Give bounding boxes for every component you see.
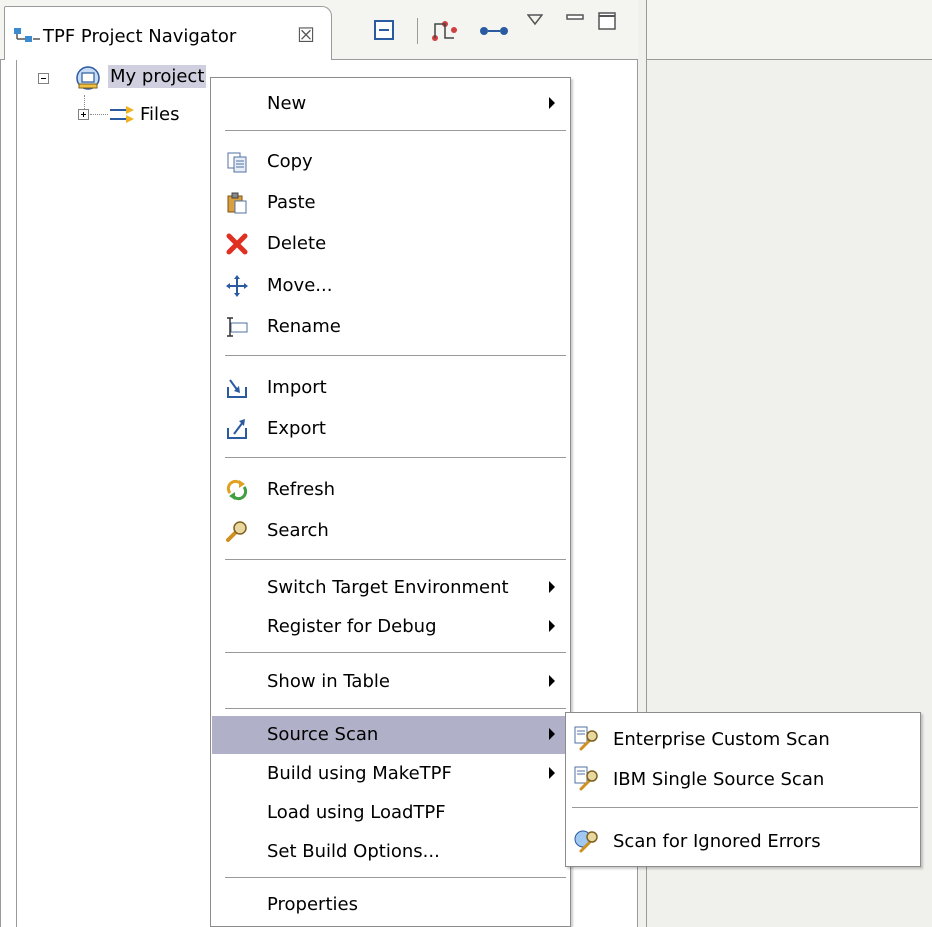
menu-item-import[interactable]: Import xyxy=(212,369,569,407)
scan-errors-icon xyxy=(574,830,598,853)
submenu-arrow-icon xyxy=(549,728,555,740)
menu-separator xyxy=(225,457,566,458)
menu-label: Build using MakeTPF xyxy=(267,763,452,784)
menu-item-search[interactable]: Search xyxy=(212,512,569,550)
menu-label: Export xyxy=(267,418,326,439)
menu-item-ibm-single-source-scan[interactable]: IBM Single Source Scan xyxy=(567,759,919,797)
menu-label: Scan for Ignored Errors xyxy=(613,831,821,852)
menu-item-register-for-debug[interactable]: Register for Debug xyxy=(212,608,569,646)
view-menu-icon[interactable] xyxy=(527,14,543,26)
project-icon xyxy=(76,66,100,90)
tree-item-my-project[interactable]: My project xyxy=(108,65,207,88)
menu-item-paste[interactable]: Paste xyxy=(212,184,569,222)
files-icon xyxy=(110,106,134,123)
menu-separator xyxy=(225,877,566,878)
menu-separator xyxy=(225,652,566,653)
view-tab-bar: TPF Project Navigator ☒ xyxy=(0,0,638,60)
menu-label: Search xyxy=(267,520,329,541)
menu-item-scan-for-ignored-errors[interactable]: Scan for Ignored Errors xyxy=(567,821,919,859)
filter-icon[interactable] xyxy=(430,18,458,44)
menu-separator xyxy=(572,807,918,808)
rename-icon xyxy=(227,317,248,337)
menu-label: Refresh xyxy=(267,479,335,500)
menu-item-switch-target-environment[interactable]: Switch Target Environment xyxy=(212,569,569,607)
menu-label: IBM Single Source Scan xyxy=(613,769,825,790)
menu-separator xyxy=(225,708,566,709)
menu-separator xyxy=(225,130,566,131)
menu-label: Set Build Options... xyxy=(267,841,440,862)
menu-label: Properties xyxy=(267,894,358,915)
maximize-icon[interactable] xyxy=(598,12,616,30)
menu-item-show-in-table[interactable]: Show in Table xyxy=(212,663,569,701)
menu-item-set-build-options[interactable]: Set Build Options... xyxy=(212,833,569,871)
menu-label: Show in Table xyxy=(267,671,390,692)
submenu-arrow-icon xyxy=(549,620,555,632)
menu-item-source-scan[interactable]: Source Scan xyxy=(212,716,569,754)
paste-icon xyxy=(227,192,247,214)
move-icon xyxy=(226,275,248,297)
menu-separator xyxy=(225,355,566,356)
project-label: My project xyxy=(108,65,207,88)
menu-label: Delete xyxy=(267,233,327,254)
collapse-all-icon[interactable] xyxy=(374,20,394,40)
menu-label: Source Scan xyxy=(267,724,379,745)
menu-item-move[interactable]: Move... xyxy=(212,267,569,305)
menu-label: Paste xyxy=(267,192,316,213)
menu-item-rename[interactable]: Rename xyxy=(212,308,569,346)
link-with-editor-icon[interactable] xyxy=(478,24,510,38)
navigator-icon xyxy=(14,28,40,42)
menu-label: Register for Debug xyxy=(267,616,437,637)
close-icon[interactable]: ☒ xyxy=(297,23,315,47)
scan-document-icon xyxy=(574,766,598,791)
import-icon xyxy=(227,379,247,398)
menu-item-build-using-maketpf[interactable]: Build using MakeTPF xyxy=(212,755,569,793)
menu-item-delete[interactable]: Delete xyxy=(212,225,569,263)
menu-label: Copy xyxy=(267,151,313,172)
collapse-toggle[interactable] xyxy=(38,73,49,84)
menu-item-export[interactable]: Export xyxy=(212,410,569,448)
menu-item-copy[interactable]: Copy xyxy=(212,143,569,181)
menu-label: Move... xyxy=(267,275,333,296)
scan-document-icon xyxy=(574,726,598,751)
delete-icon xyxy=(226,233,248,255)
minimize-icon[interactable] xyxy=(566,12,584,22)
menu-label: Load using LoadTPF xyxy=(267,802,446,823)
tab-tpf-project-navigator[interactable]: TPF Project Navigator ☒ xyxy=(4,6,332,60)
menu-item-properties[interactable]: Properties xyxy=(212,886,569,924)
menu-item-refresh[interactable]: Refresh xyxy=(212,471,569,509)
submenu-arrow-icon xyxy=(549,97,555,109)
menu-item-enterprise-custom-scan[interactable]: Enterprise Custom Scan xyxy=(567,719,919,757)
expand-toggle[interactable] xyxy=(78,109,89,120)
menu-label: Enterprise Custom Scan xyxy=(613,729,830,750)
toolbar-separator xyxy=(417,18,418,44)
menu-separator xyxy=(225,559,566,560)
menu-label: Switch Target Environment xyxy=(267,577,509,598)
source-scan-submenu: Enterprise Custom Scan IBM Single Source… xyxy=(565,712,921,867)
panel-left-border xyxy=(16,60,17,927)
menu-label: Import xyxy=(267,377,327,398)
tab-title: TPF Project Navigator xyxy=(43,26,237,47)
refresh-icon xyxy=(226,479,248,501)
submenu-arrow-icon xyxy=(549,581,555,593)
export-icon xyxy=(227,419,247,439)
copy-icon xyxy=(227,152,247,173)
tree-item-files[interactable]: Files xyxy=(140,104,180,125)
menu-item-load-using-loadtpf[interactable]: Load using LoadTPF xyxy=(212,794,569,832)
context-menu: New Copy Paste Delete Move... Rename Imp… xyxy=(210,77,571,927)
menu-label: Rename xyxy=(267,316,341,337)
menu-item-new[interactable]: New xyxy=(212,85,569,123)
submenu-arrow-icon xyxy=(549,767,555,779)
search-icon xyxy=(226,521,247,542)
tree-connector-h xyxy=(90,114,108,116)
editor-header xyxy=(646,0,932,60)
submenu-arrow-icon xyxy=(549,675,555,687)
menu-label: New xyxy=(267,93,307,114)
